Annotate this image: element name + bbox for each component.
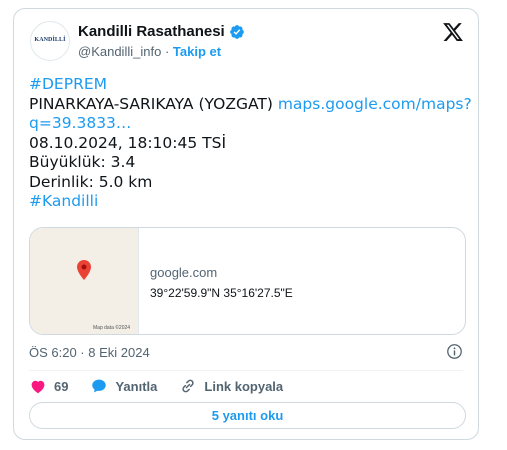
author-name[interactable]: Kandilli Rasathanesi (78, 23, 225, 40)
quake-depth: Derinlik: 5.0 km (29, 172, 153, 191)
hashtag-kandilli[interactable]: #Kandilli (29, 192, 469, 212)
x-logo-icon[interactable] (442, 21, 464, 43)
tweet-timestamp[interactable]: ÖS 6:20 · 8 Eki 2024 (29, 345, 150, 360)
reply-button[interactable]: Yanıtla (90, 377, 157, 395)
heart-icon (31, 380, 45, 394)
divider (29, 370, 463, 371)
location-text: PINARKAYA-SARIKAYA (YOZGAT) (29, 94, 273, 113)
map-pin-icon (77, 260, 91, 280)
tweet-card: KANDİLLİ Kandilli Rasathanesi @Kandilli_… (13, 8, 479, 440)
author-handle[interactable]: @Kandilli_info (78, 44, 161, 59)
map-thumbnail: Map data ©2024 (30, 228, 139, 334)
link-icon (182, 379, 195, 393)
quake-datetime: 08.10.2024, 18:10:45 TSİ (29, 133, 227, 152)
copy-link-label: Link kopyala (204, 378, 284, 394)
separator-dot: · (164, 44, 170, 59)
avatar[interactable]: KANDİLLİ (30, 21, 70, 61)
read-replies-button[interactable]: 5 yanıtı oku (29, 402, 466, 429)
reply-label: Yanıtla (115, 378, 158, 394)
link-preview-card[interactable]: Map data ©2024 google.com 39°22'59.9"N 3… (29, 227, 466, 335)
verified-badge-icon (229, 24, 244, 39)
author-handle-row: @Kandilli_info · Takip et (78, 44, 221, 59)
follow-button[interactable]: Takip et (173, 44, 221, 59)
maps-link-continued[interactable]: q=39.3833… (29, 114, 469, 134)
copy-link-button[interactable]: Link kopyala (179, 377, 283, 395)
reply-bubble-icon (92, 379, 107, 393)
tweet-text: #DEPREM PINARKAYA-SARIKAYA (YOZGAT) maps… (29, 75, 472, 212)
avatar-logo-text: KANDİLLİ (34, 37, 66, 43)
map-attribution: Map data ©2024 (93, 325, 131, 331)
like-count: 69 (54, 378, 69, 394)
link-coordinates: 39°22'59.9"N 35°16'27.5"E (150, 286, 293, 300)
hashtag-deprem[interactable]: #DEPREM (29, 75, 469, 95)
info-icon[interactable] (446, 343, 463, 360)
link-domain: google.com (150, 265, 218, 280)
tweet-line-location: PINARKAYA-SARIKAYA (YOZGAT) maps.google.… (29, 94, 472, 115)
like-button[interactable]: 69 (29, 377, 68, 395)
quake-magnitude: Büyüklük: 3.4 (29, 153, 136, 171)
action-bar: 69 Yanıtla Link kopyala (29, 376, 305, 396)
author-name-row: Kandilli Rasathanesi (78, 23, 245, 40)
maps-link[interactable]: maps.google.com/maps? (278, 95, 472, 113)
